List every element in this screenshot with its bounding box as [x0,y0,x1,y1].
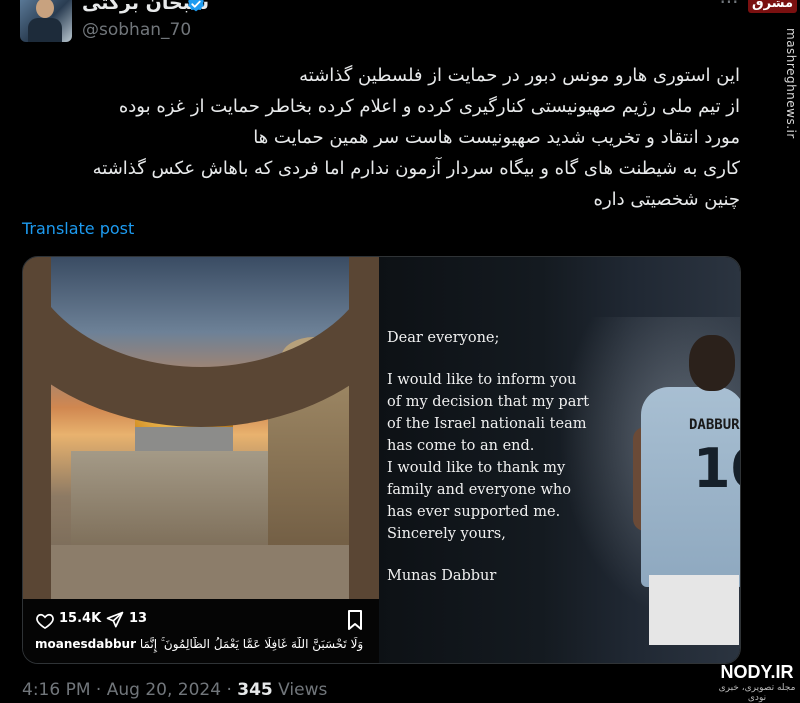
letter-greeting: Dear everyone; [387,330,500,346]
nody-watermark: NODY.IR مجله تصویری، خبری نودی [714,662,800,703]
dome-of-the-rock-photo [23,257,379,599]
tweet-line: این استوری هارو مونس دبور در حمایت از فل… [299,65,740,86]
letter-line: of the Israel nationali team [387,416,587,432]
letter-line: I would like to inform you [387,372,577,388]
translate-post-link[interactable]: Translate post [22,219,134,238]
caption-text: وَلَا تَحْسَبَنَّ اللَّهَ غَافِلًا عَمَّ… [139,637,364,651]
letter-line: has ever supported me. [387,504,561,520]
tweet-line: کاری به شیطنت های گاه و بیگاه سردار آزمو… [92,158,740,179]
player-head [689,335,735,391]
bookmark-icon[interactable] [347,610,363,630]
avatar-body [28,18,62,42]
more-options-button[interactable]: ··· [716,0,742,14]
letter-line: has come to an end. [387,438,535,454]
story-caption: moanesdabbur وَلَا تَحْسَبَنَّ اللَّهَ غ… [35,637,365,657]
arch-right-pillar [349,257,379,599]
watermark-site-text: mashreghnews.ir [784,28,798,139]
post-date[interactable]: Aug 20, 2024 [107,680,221,700]
plaza-ground [23,545,379,599]
letter-line: I would like to thank my [387,460,566,476]
letter-line: family and everyone who [387,482,571,498]
tweet-media[interactable]: 15.4K 13 moanesdabbur وَلَا تَحْسَبَنَّ … [22,256,741,664]
verified-badge-icon [188,0,204,12]
post-time[interactable]: 4:16 PM [22,680,91,700]
views-count: 345 [237,680,273,700]
tweet-text: این استوری هارو مونس دبور در حمایت از فل… [22,60,740,215]
nody-subtitle: مجله تصویری، خبری نودی [718,683,796,703]
story-panel-left: 15.4K 13 moanesdabbur وَلَا تَحْسَبَنَّ … [23,257,379,663]
letter-line: Sincerely yours, [387,526,506,542]
letter-line: of my decision that my part [387,394,590,410]
player-shorts [649,575,739,645]
shares-count: 13 [129,611,148,626]
meta-separator: · [95,680,107,700]
meta-separator: · [226,680,238,700]
likes-count: 15.4K [59,611,102,626]
tweet-line: چنین شخصیتی داره [593,189,740,210]
tweet-line: از تیم ملی رژیم صهیونیستی کنارگیری کرده … [118,96,740,117]
avatar-head [36,0,54,18]
letter-signature: Munas Dabbur [387,568,497,584]
more-dots-icon: ··· [719,0,739,14]
story-panel-right: DABBUR 10 Dear everyone; I would like to… [379,257,740,663]
post-meta: 4:16 PM · Aug 20, 2024 · 345 Views [22,680,327,700]
caption-username[interactable]: moanesdabbur [35,637,136,651]
views-label: Views [278,680,328,700]
nody-brand: NODY.IR [720,662,794,682]
farewell-letter: Dear everyone; I would like to inform yo… [387,327,637,587]
avatar[interactable] [20,0,72,42]
tweet-line: مورد انتقاد و تخریب شدید صهیونیست هاست س… [253,127,740,148]
jersey-name: DABBUR [689,417,740,433]
send-icon[interactable] [105,610,125,630]
heart-icon[interactable] [35,611,55,631]
story-stats: 15.4K 13 moanesdabbur وَلَا تَحْسَبَنَّ … [23,599,379,663]
stone-tower [268,365,360,563]
watermark-logo: مشرق [748,0,797,13]
arch-left-pillar [23,257,51,599]
user-handle[interactable]: @sobhan_70 [82,20,191,40]
jersey-number: 10 [693,437,740,500]
